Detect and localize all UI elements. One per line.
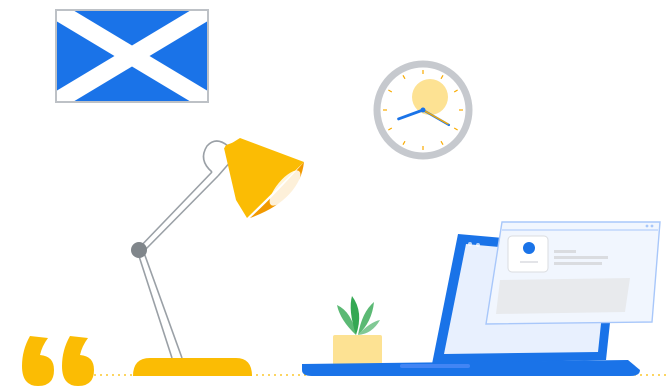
scene-canvas bbox=[22, 9, 670, 386]
desk-lamp-icon bbox=[131, 138, 304, 376]
lamp-joint bbox=[131, 242, 147, 258]
floating-window bbox=[485, 221, 661, 325]
quote-mark-icon bbox=[22, 336, 94, 386]
potted-plant-icon bbox=[333, 296, 382, 365]
profile-card bbox=[507, 235, 549, 273]
scottish-flag-icon bbox=[55, 9, 209, 103]
illustration-scene bbox=[0, 0, 670, 389]
lamp-base bbox=[133, 358, 252, 376]
wall-clock-icon bbox=[373, 60, 473, 160]
plant-pot bbox=[333, 335, 382, 365]
profile-dot bbox=[523, 242, 535, 254]
